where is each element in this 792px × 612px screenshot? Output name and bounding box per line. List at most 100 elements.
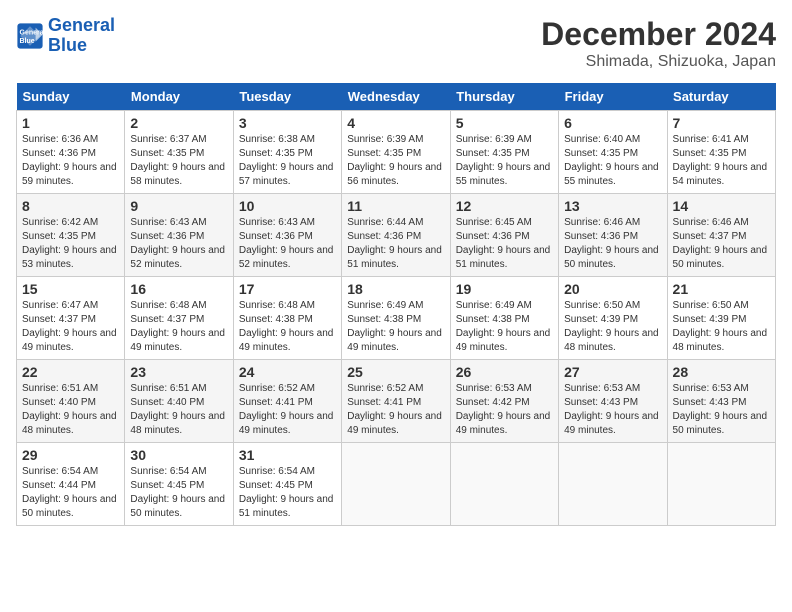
table-cell: 31 Sunrise: 6:54 AMSunset: 4:45 PMDaylig…	[233, 443, 341, 526]
table-cell: 30 Sunrise: 6:54 AMSunset: 4:45 PMDaylig…	[125, 443, 233, 526]
svg-text:Blue: Blue	[20, 38, 35, 45]
day-info: Sunrise: 6:51 AMSunset: 4:40 PMDaylight:…	[130, 383, 225, 436]
day-number: 3	[239, 115, 336, 131]
day-info: Sunrise: 6:45 AMSunset: 4:36 PMDaylight:…	[456, 217, 551, 270]
table-cell: 3 Sunrise: 6:38 AMSunset: 4:35 PMDayligh…	[233, 111, 341, 194]
table-cell: 9 Sunrise: 6:43 AMSunset: 4:36 PMDayligh…	[125, 194, 233, 277]
week-row-1: 1 Sunrise: 6:36 AMSunset: 4:36 PMDayligh…	[17, 111, 776, 194]
title-area: December 2024 Shimada, Shizuoka, Japan	[541, 16, 776, 71]
table-cell: 27 Sunrise: 6:53 AMSunset: 4:43 PMDaylig…	[559, 360, 667, 443]
day-info: Sunrise: 6:48 AMSunset: 4:37 PMDaylight:…	[130, 300, 225, 353]
table-cell: 23 Sunrise: 6:51 AMSunset: 4:40 PMDaylig…	[125, 360, 233, 443]
day-number: 26	[456, 364, 553, 380]
table-cell: 7 Sunrise: 6:41 AMSunset: 4:35 PMDayligh…	[667, 111, 775, 194]
day-number: 30	[130, 447, 227, 463]
table-cell: 29 Sunrise: 6:54 AMSunset: 4:44 PMDaylig…	[17, 443, 125, 526]
table-cell: 11 Sunrise: 6:44 AMSunset: 4:36 PMDaylig…	[342, 194, 450, 277]
table-cell: 19 Sunrise: 6:49 AMSunset: 4:38 PMDaylig…	[450, 277, 558, 360]
day-number: 27	[564, 364, 661, 380]
day-number: 6	[564, 115, 661, 131]
table-cell: 17 Sunrise: 6:48 AMSunset: 4:38 PMDaylig…	[233, 277, 341, 360]
day-number: 9	[130, 198, 227, 214]
week-row-4: 22 Sunrise: 6:51 AMSunset: 4:40 PMDaylig…	[17, 360, 776, 443]
table-cell: 2 Sunrise: 6:37 AMSunset: 4:35 PMDayligh…	[125, 111, 233, 194]
week-row-5: 29 Sunrise: 6:54 AMSunset: 4:44 PMDaylig…	[17, 443, 776, 526]
day-info: Sunrise: 6:53 AMSunset: 4:42 PMDaylight:…	[456, 383, 551, 436]
col-thursday: Thursday	[450, 83, 558, 111]
day-info: Sunrise: 6:37 AMSunset: 4:35 PMDaylight:…	[130, 134, 225, 187]
header-row: Sunday Monday Tuesday Wednesday Thursday…	[17, 83, 776, 111]
table-cell: 4 Sunrise: 6:39 AMSunset: 4:35 PMDayligh…	[342, 111, 450, 194]
day-info: Sunrise: 6:49 AMSunset: 4:38 PMDaylight:…	[456, 300, 551, 353]
day-number: 24	[239, 364, 336, 380]
day-number: 25	[347, 364, 444, 380]
logo: General Blue GeneralBlue	[16, 16, 115, 56]
day-number: 16	[130, 281, 227, 297]
day-number: 28	[673, 364, 770, 380]
day-number: 1	[22, 115, 119, 131]
table-cell: 15 Sunrise: 6:47 AMSunset: 4:37 PMDaylig…	[17, 277, 125, 360]
day-number: 31	[239, 447, 336, 463]
week-row-3: 15 Sunrise: 6:47 AMSunset: 4:37 PMDaylig…	[17, 277, 776, 360]
day-number: 17	[239, 281, 336, 297]
day-info: Sunrise: 6:43 AMSunset: 4:36 PMDaylight:…	[130, 217, 225, 270]
day-info: Sunrise: 6:49 AMSunset: 4:38 PMDaylight:…	[347, 300, 442, 353]
day-number: 18	[347, 281, 444, 297]
col-wednesday: Wednesday	[342, 83, 450, 111]
table-cell: 24 Sunrise: 6:52 AMSunset: 4:41 PMDaylig…	[233, 360, 341, 443]
table-cell: 14 Sunrise: 6:46 AMSunset: 4:37 PMDaylig…	[667, 194, 775, 277]
col-tuesday: Tuesday	[233, 83, 341, 111]
table-cell: 8 Sunrise: 6:42 AMSunset: 4:35 PMDayligh…	[17, 194, 125, 277]
table-cell: 1 Sunrise: 6:36 AMSunset: 4:36 PMDayligh…	[17, 111, 125, 194]
header: General Blue GeneralBlue December 2024 S…	[16, 16, 776, 71]
table-cell	[667, 443, 775, 526]
day-info: Sunrise: 6:54 AMSunset: 4:44 PMDaylight:…	[22, 466, 117, 519]
day-number: 5	[456, 115, 553, 131]
day-number: 15	[22, 281, 119, 297]
day-number: 23	[130, 364, 227, 380]
col-sunday: Sunday	[17, 83, 125, 111]
table-cell: 22 Sunrise: 6:51 AMSunset: 4:40 PMDaylig…	[17, 360, 125, 443]
logo-icon: General Blue	[16, 22, 44, 50]
day-info: Sunrise: 6:47 AMSunset: 4:37 PMDaylight:…	[22, 300, 117, 353]
day-number: 10	[239, 198, 336, 214]
day-info: Sunrise: 6:46 AMSunset: 4:36 PMDaylight:…	[564, 217, 659, 270]
day-number: 4	[347, 115, 444, 131]
table-cell	[342, 443, 450, 526]
day-info: Sunrise: 6:54 AMSunset: 4:45 PMDaylight:…	[239, 466, 334, 519]
table-cell: 28 Sunrise: 6:53 AMSunset: 4:43 PMDaylig…	[667, 360, 775, 443]
col-saturday: Saturday	[667, 83, 775, 111]
calendar-table: Sunday Monday Tuesday Wednesday Thursday…	[16, 83, 776, 526]
table-cell: 25 Sunrise: 6:52 AMSunset: 4:41 PMDaylig…	[342, 360, 450, 443]
table-cell: 16 Sunrise: 6:48 AMSunset: 4:37 PMDaylig…	[125, 277, 233, 360]
table-cell: 20 Sunrise: 6:50 AMSunset: 4:39 PMDaylig…	[559, 277, 667, 360]
main-title: December 2024	[541, 16, 776, 53]
day-number: 14	[673, 198, 770, 214]
table-cell	[559, 443, 667, 526]
day-info: Sunrise: 6:53 AMSunset: 4:43 PMDaylight:…	[564, 383, 659, 436]
day-info: Sunrise: 6:50 AMSunset: 4:39 PMDaylight:…	[673, 300, 768, 353]
day-info: Sunrise: 6:41 AMSunset: 4:35 PMDaylight:…	[673, 134, 768, 187]
day-info: Sunrise: 6:39 AMSunset: 4:35 PMDaylight:…	[456, 134, 551, 187]
table-cell: 21 Sunrise: 6:50 AMSunset: 4:39 PMDaylig…	[667, 277, 775, 360]
day-number: 12	[456, 198, 553, 214]
table-cell: 6 Sunrise: 6:40 AMSunset: 4:35 PMDayligh…	[559, 111, 667, 194]
day-info: Sunrise: 6:44 AMSunset: 4:36 PMDaylight:…	[347, 217, 442, 270]
table-cell: 18 Sunrise: 6:49 AMSunset: 4:38 PMDaylig…	[342, 277, 450, 360]
day-info: Sunrise: 6:53 AMSunset: 4:43 PMDaylight:…	[673, 383, 768, 436]
table-cell: 13 Sunrise: 6:46 AMSunset: 4:36 PMDaylig…	[559, 194, 667, 277]
table-cell: 5 Sunrise: 6:39 AMSunset: 4:35 PMDayligh…	[450, 111, 558, 194]
day-number: 8	[22, 198, 119, 214]
col-friday: Friday	[559, 83, 667, 111]
day-number: 20	[564, 281, 661, 297]
subtitle: Shimada, Shizuoka, Japan	[541, 53, 776, 71]
day-info: Sunrise: 6:48 AMSunset: 4:38 PMDaylight:…	[239, 300, 334, 353]
day-info: Sunrise: 6:42 AMSunset: 4:35 PMDaylight:…	[22, 217, 117, 270]
day-info: Sunrise: 6:38 AMSunset: 4:35 PMDaylight:…	[239, 134, 334, 187]
day-info: Sunrise: 6:52 AMSunset: 4:41 PMDaylight:…	[347, 383, 442, 436]
day-number: 13	[564, 198, 661, 214]
table-cell: 12 Sunrise: 6:45 AMSunset: 4:36 PMDaylig…	[450, 194, 558, 277]
table-cell: 26 Sunrise: 6:53 AMSunset: 4:42 PMDaylig…	[450, 360, 558, 443]
table-cell	[450, 443, 558, 526]
day-info: Sunrise: 6:54 AMSunset: 4:45 PMDaylight:…	[130, 466, 225, 519]
